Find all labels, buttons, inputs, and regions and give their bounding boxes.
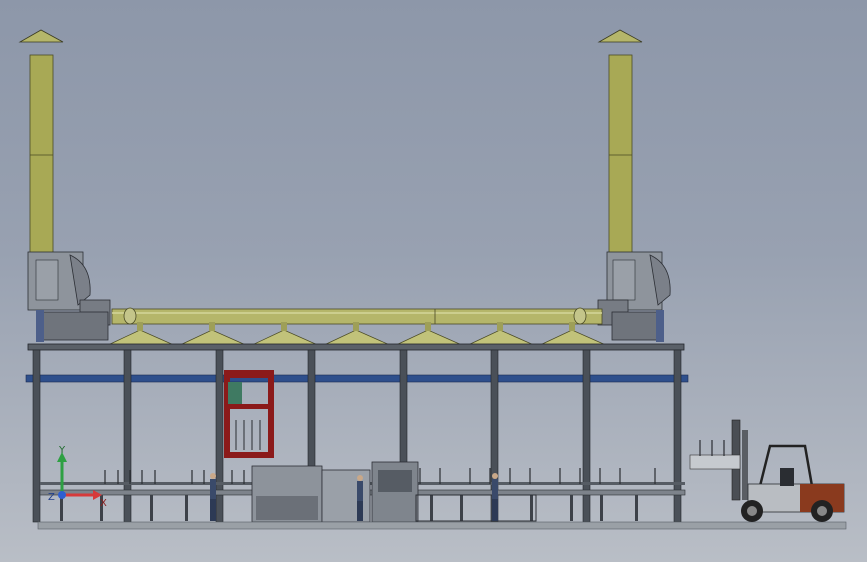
floor-slab [37, 521, 847, 530]
axis-x-label: X [100, 498, 107, 509]
chimney-left [18, 29, 64, 256]
cad-viewport[interactable]: Y Z X [0, 0, 867, 562]
fume-hoods [105, 322, 609, 347]
chimney-right [597, 29, 643, 256]
main-duct [111, 307, 603, 325]
exhaust-fan-left [27, 251, 111, 342]
coordinate-triad: Y Z X [48, 445, 107, 509]
assembly-drawing: Y Z X [18, 29, 847, 530]
red-hoist-frame [224, 370, 274, 458]
axis-z-label: Z [48, 492, 55, 503]
axis-y-label: Y [58, 445, 66, 456]
forklift [689, 419, 845, 522]
exhaust-fan-right [597, 251, 671, 342]
